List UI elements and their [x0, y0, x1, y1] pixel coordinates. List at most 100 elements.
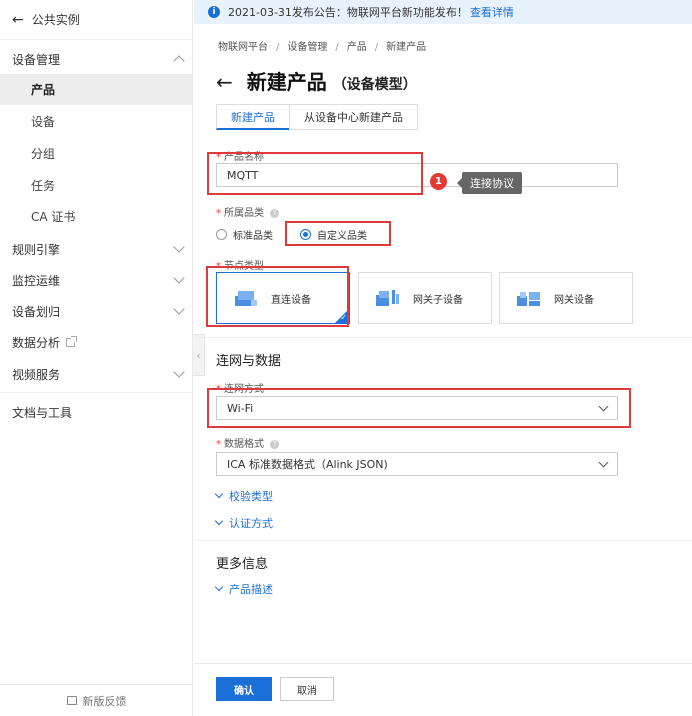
node-type-label: * 节点类型 [216, 261, 264, 272]
sidebar-group-label: 规则引擎 [12, 242, 61, 257]
category-label: * 所属品类? [216, 204, 279, 219]
expander-label: 产品描述 [229, 583, 273, 596]
section-title-network: 连网与数据 [216, 354, 282, 369]
back-to-instance[interactable]: ← 公共实例 [0, 0, 193, 40]
tab-label: 从设备中心新建产品 [304, 111, 403, 124]
radio-circle [216, 229, 227, 240]
chevron-down-icon [598, 457, 609, 468]
sidebar-group-data-analysis[interactable]: 数据分析 [0, 327, 193, 357]
tooltip-connection-protocol: 连接协议 [457, 172, 522, 194]
page-subtitle: （设备模型） [332, 77, 417, 93]
step-badge: 1 [430, 173, 447, 190]
radio-circle-checked [300, 229, 311, 240]
checksum-type-expander[interactable]: 校验类型 [214, 488, 273, 504]
sidebar-item-label: 产品 [31, 83, 56, 97]
node-type-direct-device[interactable]: 直连设备 ✓ [216, 272, 350, 324]
chevron-up-icon [173, 55, 185, 67]
radio-label: 标准品类 [233, 231, 273, 242]
sidebar-item-label: 任务 [31, 179, 56, 193]
info-icon: i [208, 6, 220, 18]
back-label: 公共实例 [31, 13, 80, 27]
sidebar-item-device[interactable]: 设备 [0, 106, 193, 137]
chevron-down-icon [173, 272, 185, 284]
chevron-down-icon [173, 366, 185, 378]
sidebar-item-ca-cert[interactable]: CA 证书 [0, 201, 193, 232]
sidebar-collapse-toggle[interactable]: ‹ [193, 334, 205, 376]
sidebar-group-video[interactable]: 视频服务 [0, 359, 193, 389]
sidebar-group-rule-engine[interactable]: 规则引擎 [0, 234, 193, 264]
confirm-button[interactable]: 确认 [216, 677, 272, 701]
sidebar-item-label: 分组 [31, 147, 56, 161]
chevron-down-icon [173, 303, 185, 315]
product-name-label: * 产品名称 [216, 152, 264, 163]
check-icon: ✓ [340, 313, 347, 322]
sidebar: ← 公共实例 设备管理 产品 设备 分组 任务 CA 证书 规则引擎 监控运维 [0, 0, 193, 716]
data-format-label: * 数据格式? [216, 435, 279, 450]
external-link-icon [66, 335, 78, 347]
chevron-left-icon: ‹ [196, 348, 201, 362]
node-type-label: 网关设备 [554, 294, 594, 306]
page-title-text: 新建产品 [246, 70, 327, 94]
help-icon: ? [270, 208, 279, 218]
tab-new-product[interactable]: 新建产品 [216, 104, 290, 130]
node-type-label: 直连设备 [271, 294, 311, 306]
tab-from-device-center[interactable]: 从设备中心新建产品 [289, 104, 418, 130]
chevron-down-icon [214, 582, 224, 592]
node-type-gateway-subdevice[interactable]: 网关子设备 [358, 272, 492, 324]
sidebar-item-task[interactable]: 任务 [0, 170, 193, 201]
breadcrumb-item[interactable]: 设备管理 [287, 42, 327, 53]
cancel-button[interactable]: 取消 [280, 677, 334, 701]
sidebar-group-device-assignment[interactable]: 设备划归 [0, 296, 193, 326]
tab-label: 新建产品 [231, 110, 275, 124]
sidebar-group-label: 设备管理 [12, 52, 61, 67]
back-arrow-icon[interactable]: ← [216, 70, 233, 94]
breadcrumb-item-current: 新建产品 [386, 42, 427, 53]
node-type-gateway-device[interactable]: 网关设备 [499, 272, 633, 324]
section-divider [194, 540, 692, 541]
product-name-input[interactable]: MQTT [216, 163, 618, 187]
sidebar-group-monitoring[interactable]: 监控运维 [0, 265, 193, 295]
chevron-down-icon [173, 241, 185, 253]
section-divider [194, 337, 692, 338]
sidebar-group-docs-tools[interactable]: 文档与工具 [0, 397, 193, 427]
sidebar-group-device-management[interactable]: 设备管理 [0, 44, 193, 74]
chevron-down-icon [214, 489, 224, 499]
breadcrumb-item[interactable]: 物联网平台 [218, 42, 268, 53]
product-name-value: MQTT [227, 168, 259, 182]
expander-label: 认证方式 [229, 517, 273, 530]
sidebar-item-group[interactable]: 分组 [0, 138, 193, 169]
sidebar-group-label: 数据分析 [12, 335, 61, 350]
device-icon [235, 291, 257, 306]
announcement-link[interactable]: 查看详情 [470, 4, 514, 20]
chevron-down-icon [214, 516, 224, 526]
expander-label: 校验类型 [229, 490, 273, 503]
sidebar-item-label: 设备 [31, 115, 56, 129]
feedback-button[interactable]: 新版反馈 [0, 684, 193, 716]
network-label: * 连网方式 [216, 384, 264, 395]
sidebar-group-label: 设备划归 [12, 304, 61, 319]
breadcrumb-item[interactable]: 产品 [347, 42, 367, 53]
sidebar-item-product[interactable]: 产品 [0, 74, 193, 105]
sidebar-group-label: 监控运维 [12, 273, 61, 288]
data-format-value: ICA 标准数据格式（Alink JSON) [227, 458, 388, 471]
tab-bar: 新建产品 从设备中心新建产品 [216, 104, 418, 130]
arrow-left-icon: ← [12, 11, 24, 28]
radio-standard-category[interactable]: 标准品类 [216, 227, 273, 242]
network-select[interactable]: Wi-Fi [216, 396, 618, 420]
announcement-bar: i 2021-03-31发布公告：物联网平台新功能发布！ 查看详情 [194, 0, 692, 24]
sidebar-divider [0, 392, 193, 393]
data-format-select[interactable]: ICA 标准数据格式（Alink JSON) [216, 452, 618, 476]
auth-method-expander[interactable]: 认证方式 [214, 515, 273, 531]
message-icon [66, 696, 77, 705]
help-icon: ? [270, 439, 279, 449]
network-value: Wi-Fi [227, 401, 254, 415]
page-title: ← 新建产品 （设备模型） [216, 66, 417, 95]
breadcrumb: 物联网平台 / 设备管理 / 产品 / 新建产品 [218, 42, 427, 53]
sidebar-group-label: 文档与工具 [12, 405, 73, 420]
app-root: ← 公共实例 设备管理 产品 设备 分组 任务 CA 证书 规则引擎 监控运维 [0, 0, 692, 716]
radio-custom-category[interactable]: 自定义品类 [300, 227, 367, 242]
announcement-text: 2021-03-31发布公告：物联网平台新功能发布！ [228, 6, 468, 19]
gateway-icon [517, 292, 540, 306]
chevron-down-icon [598, 401, 609, 412]
product-description-expander[interactable]: 产品描述 [214, 581, 273, 597]
